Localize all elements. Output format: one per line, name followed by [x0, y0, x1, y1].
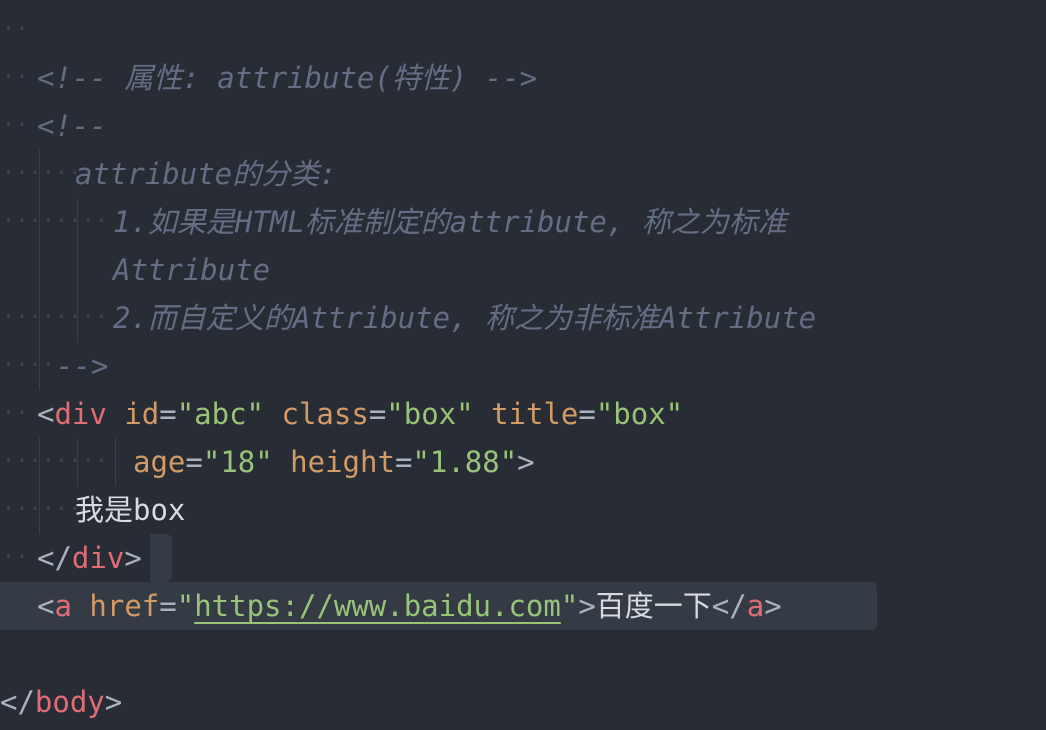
code-line-comment-standard-wrap[interactable]: Attribute [0, 246, 270, 294]
indent-guide [77, 198, 78, 342]
code-line-comment-open[interactable]: <!-- [0, 102, 107, 150]
indent-guide [77, 438, 78, 486]
indent-guide [115, 438, 116, 486]
code-line-div-text[interactable]: 我是box [0, 486, 185, 534]
code-line-comment-standard[interactable]: 1.如果是HTML标准制定的attribute, 称之为标准 [0, 198, 787, 246]
code-line-anchor[interactable]: <a href="https://www.baidu.com">百度一下</a> [0, 582, 782, 630]
code-line-comment-category[interactable]: attribute的分类: [0, 150, 337, 198]
comment-close: --> [56, 349, 109, 383]
comment-text: <!-- 属性: attribute(特性) --> [37, 61, 538, 95]
div-custom-attributes: age="18" height="1.88"> [133, 445, 535, 479]
div-close-tag: </div> [37, 541, 142, 575]
code-line-comment-nonstandard[interactable]: 2.而自定义的Attribute, 称之为非标准Attribute [0, 294, 816, 342]
code-editor[interactable]: ·· ·· ·· ······ ········ ········ ···· ·… [0, 0, 1046, 730]
comment-text: 2.而自定义的Attribute, 称之为非标准Attribute [113, 301, 817, 335]
div-text-content: 我是box [75, 493, 186, 527]
code-line-div-close[interactable]: </div> [0, 534, 142, 582]
anchor-element: <a href="https://www.baidu.com">百度一下</a> [37, 589, 782, 623]
comment-text: Attribute [113, 253, 271, 287]
div-open-tag: <div id="abc" class="box" title="box" [37, 397, 684, 431]
bracket-match-highlight [150, 534, 172, 582]
comment-text: attribute的分类: [75, 157, 337, 191]
href-link[interactable]: https://www.baidu.com [194, 589, 561, 623]
code-line-comment-attribute[interactable]: <!-- 属性: attribute(特性) --> [0, 54, 537, 102]
comment-open: <!-- [37, 109, 107, 143]
code-line-comment-close[interactable]: --> [0, 342, 108, 390]
code-line-div-open[interactable]: <div id="abc" class="box" title="box" [0, 390, 683, 438]
code-line-body-close[interactable]: </body> [0, 678, 122, 726]
comment-text: 1.如果是HTML标准制定的attribute, 称之为标准 [113, 205, 787, 239]
code-line-div-attrs[interactable]: age="18" height="1.88"> [0, 438, 535, 486]
body-close-tag: </body> [0, 685, 123, 719]
